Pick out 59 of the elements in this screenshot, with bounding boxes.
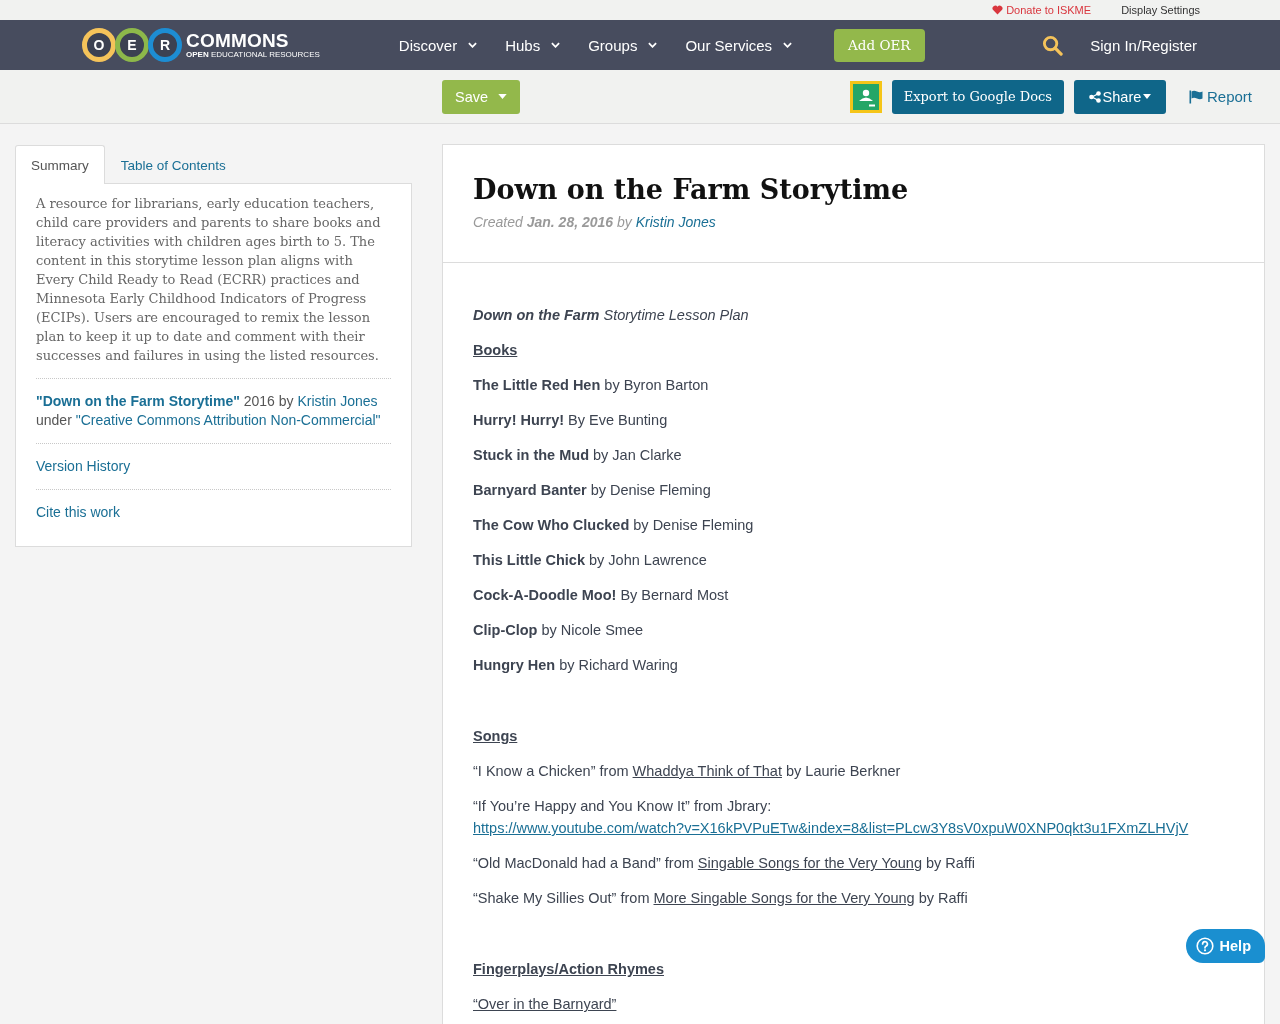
song-entry: “Shake My Sillies Out” from More Singable Songs for the Very Young by Raffi xyxy=(473,889,968,908)
chevron-down-icon xyxy=(648,42,658,48)
url-link[interactable]: https://www.youtube.com/watch?v=X16kPVPuETw&index=8&list=PLcw3Y8sV0xpuW0XNP0qkt3u1FXmZLHVjV xyxy=(473,820,1189,836)
song-entry: “Old MacDonald had a Band” from Singable Songs for the Very Young by Raffi xyxy=(473,854,975,873)
sidebar-link[interactable]: Cite this work xyxy=(36,504,121,520)
book-entry: This Little Chick by John Lawrence xyxy=(473,551,707,570)
sidebar-tab[interactable]: Summary xyxy=(15,145,105,184)
logo-letter: R xyxy=(148,28,182,62)
logo-tagline: OPEN EDUCATIONAL RESOURCES xyxy=(186,50,320,59)
book-entry: The Little Red Hen by Byron Barton xyxy=(473,376,709,395)
author-link[interactable]: Kristin Jones xyxy=(297,393,378,409)
lesson-plan-title: Down on the Farm Storytime Lesson Plan xyxy=(473,306,749,325)
nav-menu-item[interactable]: Groups xyxy=(588,36,658,54)
book-entry: Hurry! Hurry! By Eve Bunting xyxy=(473,411,668,430)
section-heading: Books xyxy=(473,341,518,360)
resource-title: Down on the Farm Storytime xyxy=(473,173,910,207)
teacher-board-icon[interactable] xyxy=(849,80,882,113)
logo-letter: O xyxy=(82,28,116,62)
sidebar-tab[interactable]: Table of Contents xyxy=(104,145,242,184)
chevron-down-icon xyxy=(551,42,561,48)
help-button[interactable]: Help xyxy=(1185,929,1265,963)
book-entry: Hungry Hen by Richard Waring xyxy=(473,656,678,675)
author-link[interactable]: Kristin Jones xyxy=(635,214,716,230)
attribution-text: "Down on the Farm Storytime" 2016 by Kristin Jones under "Creative Commons Attribution Non-Commercial" xyxy=(36,378,391,443)
chevron-down-icon xyxy=(783,42,793,48)
caret-down-icon xyxy=(498,94,508,99)
flag-icon xyxy=(1188,89,1203,104)
share-button[interactable]: Share xyxy=(1073,79,1166,114)
logo-wordmark: COMMONS xyxy=(186,31,290,50)
section-heading: Fingerplays/Action Rhymes xyxy=(473,960,664,979)
display-settings-link[interactable]: Display Settings xyxy=(1121,4,1200,16)
book-entry: Cock-A-Doodle Moo! By Bernard Most xyxy=(473,586,729,605)
song-entry: “If You’re Happy and You Know It” from Jbrary: https://www.youtube.com/watch?v=X16kPVPuETw&index=8&list=PLcw3Y8sV0xpuW0XNP0qkt3u1FXmZLHVjV xyxy=(473,797,1190,838)
donate-link[interactable]: Donate to ISKME xyxy=(992,4,1092,16)
resource-title-link[interactable]: "Down on the Farm Storytime" xyxy=(36,393,240,409)
book-entry: Clip-Clop by Nicole Smee xyxy=(473,621,643,640)
book-entry: The Cow Who Clucked by Denise Fleming xyxy=(473,516,754,535)
nav-menu-item[interactable]: Hubs xyxy=(505,36,561,54)
song-entry: “I Know a Chicken” from Whaddya Think of That by Laurie Berkner xyxy=(473,762,901,781)
heart-icon xyxy=(992,5,1004,15)
logo-letter: E xyxy=(115,28,149,62)
nav-menu-item[interactable]: Discover xyxy=(398,36,478,54)
question-circle-icon xyxy=(1195,937,1214,955)
chevron-down-icon xyxy=(468,42,478,48)
created-line: Created Jan. 28, 2016 by Kristin Jones xyxy=(473,213,717,232)
section-heading: Songs xyxy=(473,727,518,746)
rhyme-entry: “Over in the Barnyard” xyxy=(473,995,617,1014)
report-link[interactable]: Report xyxy=(1188,88,1252,105)
license-link[interactable]: "Creative Commons Attribution Non-Commercial" xyxy=(75,412,381,428)
summary-text: A resource for librarians, early education teachers, child care providers and parents to share books and literacy activities with children ages birth to 5. The content in this storytime lesson plan aligns with Every Child Ready to Read (ECRR) practices and Minnesota Early Childhood Indicators of Progress (ECIPs). Users are encouraged to remix the lesson plan to keep it up to date and comment with their successes and failures in using the listed resources. xyxy=(36,195,382,365)
nav-menu-item[interactable]: Our Services xyxy=(685,36,793,54)
search-icon[interactable] xyxy=(1042,34,1064,56)
caret-down-icon xyxy=(1143,94,1152,99)
sidebar-link[interactable]: Version History xyxy=(36,458,131,474)
export-google-docs-button[interactable]: Export to Google Docs xyxy=(891,79,1064,114)
sign-in-link[interactable]: Sign In/Register xyxy=(1090,36,1197,54)
book-entry: Stuck in the Mud by Jan Clarke xyxy=(473,446,682,465)
share-icon xyxy=(1088,90,1101,103)
book-entry: Barnyard Banter by Denise Fleming xyxy=(473,481,711,500)
